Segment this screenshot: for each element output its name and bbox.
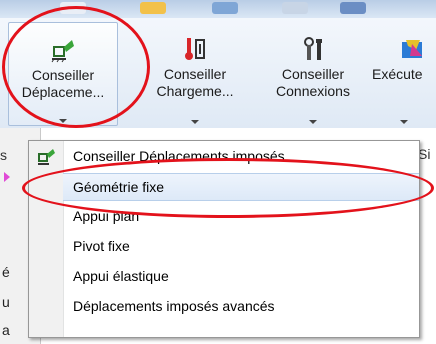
fixtures-dropdown-menu: Conseiller Déplacements imposés Géométri… (28, 140, 420, 338)
menu-item-advanced-fixtures[interactable]: Déplacements imposés avancés (29, 293, 419, 321)
menu-item-label: Géométrie fixe (73, 179, 165, 195)
chevron-down-icon[interactable] (400, 120, 408, 124)
toolbar-fragment (140, 2, 166, 14)
menu-item-fixed-geometry[interactable]: Géométrie fixe (63, 173, 419, 201)
tree-arrow-icon (4, 172, 10, 182)
ribbon-button-label: Conseiller (31, 67, 95, 83)
fixture-advisor-button[interactable]: Conseiller Déplaceme... (8, 22, 118, 126)
toolbar-fragment (212, 2, 238, 14)
ribbon-button-label: Connexions (276, 83, 350, 99)
menu-item-label: Conseiller Déplacements imposés (73, 148, 285, 164)
ribbon-button-label: Conseiller (163, 66, 227, 82)
menu-item-label: Déplacements imposés avancés (73, 298, 275, 314)
run-button[interactable]: Exécute (372, 22, 436, 126)
run-icon (402, 40, 422, 58)
ribbon: Conseiller Déplaceme... Conseiller Charg… (0, 18, 436, 128)
chevron-down-icon[interactable] (191, 120, 199, 124)
toolbar-fragment (60, 2, 86, 14)
load-advisor-button[interactable]: Conseiller Chargeme... (152, 22, 238, 126)
left-text-fragment: é (2, 264, 10, 280)
ribbon-button-label: Conseiller (281, 66, 345, 82)
menu-item-fixed-hinge[interactable]: Pivot fixe (29, 233, 419, 261)
chevron-down-icon[interactable] (59, 119, 67, 123)
ribbon-button-label: Exécute (372, 66, 423, 82)
ribbon-button-label: Déplaceme... (21, 84, 105, 100)
load-advisor-icon (185, 38, 205, 60)
menu-item-fixture-advisor[interactable]: Conseiller Déplacements imposés (29, 143, 419, 171)
fixture-advisor-icon (38, 149, 55, 165)
connections-advisor-icon (304, 37, 322, 60)
chevron-down-icon[interactable] (309, 120, 317, 124)
left-text-fragment: u (2, 294, 10, 310)
toolbar-fragment (340, 2, 366, 14)
menu-item-elastic-support[interactable]: Appui élastique (29, 263, 419, 291)
menu-item-label: Pivot fixe (73, 238, 130, 254)
menu-item-label: Appui élastique (73, 268, 169, 284)
ribbon-button-label: Chargeme... (156, 83, 234, 99)
left-text-fragment: a (2, 322, 10, 338)
fixture-advisor-icon (51, 40, 74, 63)
left-tab-fragment[interactable]: s (0, 147, 7, 163)
menu-item-roller-slider[interactable]: Appui plan (29, 203, 419, 231)
menu-item-label: Appui plan (73, 208, 140, 224)
toolbar-fragment (282, 2, 308, 14)
connections-advisor-button[interactable]: Conseiller Connexions (270, 22, 356, 126)
top-toolbar-strip (0, 0, 436, 19)
